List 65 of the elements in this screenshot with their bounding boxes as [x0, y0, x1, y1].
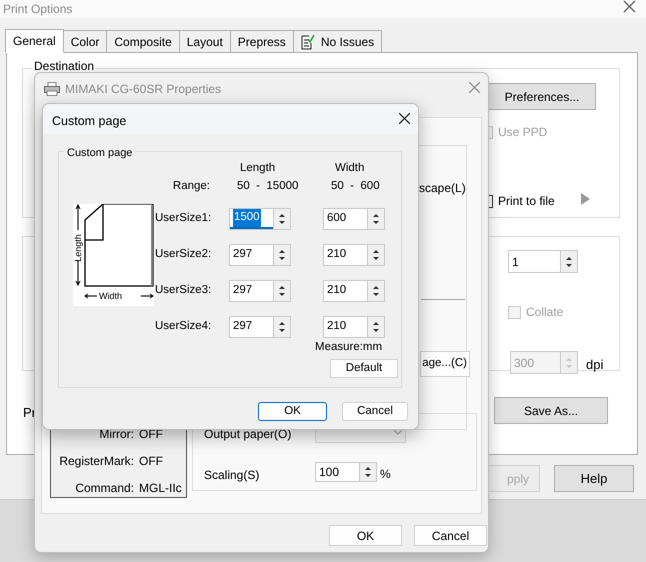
- number-spinner[interactable]: 1: [508, 250, 578, 273]
- unit-label: %: [380, 466, 391, 483]
- printer-icon: [44, 82, 60, 96]
- measure-label: Measure:mm: [315, 340, 382, 355]
- spin-arrows-icon: [372, 320, 380, 334]
- size-label: UserSize2:: [155, 247, 212, 262]
- ok-button[interactable]: OK: [258, 402, 327, 421]
- number-spinner[interactable]: 100: [315, 462, 377, 482]
- column-header: Width: [335, 161, 364, 176]
- info-label: RegisterMark:: [58, 453, 134, 470]
- chevron-down-icon: [394, 430, 402, 434]
- spin-arrows-icon: [364, 465, 372, 479]
- number-spinner[interactable]: 1500: [229, 208, 291, 230]
- cancel-button[interactable]: Cancel: [342, 402, 408, 421]
- play-icon[interactable]: [581, 193, 590, 205]
- size-label: UserSize3:: [155, 283, 212, 298]
- size-label: UserSize1:: [155, 211, 212, 226]
- custom-page-button[interactable]: age...(C): [420, 351, 470, 377]
- info-value: OFF: [139, 453, 163, 470]
- length-label: Length: [72, 237, 84, 259]
- spin-arrows-icon: [565, 254, 573, 268]
- number-spinner[interactable]: 600: [323, 208, 385, 230]
- spin-arrows-icon: [278, 320, 286, 334]
- size-label: UserSize4:: [155, 319, 212, 334]
- spin-arrows-icon: [372, 284, 380, 298]
- window-title: Print Options: [3, 1, 72, 18]
- width-label: Width: [99, 290, 122, 302]
- number-spinner[interactable]: 297: [229, 316, 291, 338]
- window-title: MIMAKI CG-60SR Properties: [65, 81, 222, 98]
- close-icon[interactable]: [399, 113, 410, 124]
- range-value: 50 - 600: [331, 179, 380, 194]
- dialog-title: Custom page: [52, 113, 126, 130]
- group-label: Custom page: [65, 145, 134, 162]
- unit-label: dpi: [586, 356, 604, 374]
- preferences-button[interactable]: Preferences...: [488, 83, 596, 110]
- info-label: Mirror:: [98, 426, 134, 443]
- spin-arrows-icon: [278, 248, 286, 262]
- tab[interactable]: No Issues: [292, 30, 382, 53]
- info-value: OFF: [139, 426, 163, 443]
- field-label: Scaling(S): [204, 467, 260, 484]
- spin-arrows-icon: [372, 248, 380, 262]
- tab[interactable]: General: [5, 29, 64, 53]
- info-value: MGL-IIc: [139, 480, 182, 497]
- ok-button[interactable]: OK: [329, 525, 402, 546]
- option-label: scape(L): [419, 180, 466, 197]
- spin-arrows-icon: [565, 356, 573, 370]
- cancel-button[interactable]: Cancel: [414, 525, 487, 546]
- spin-arrows-icon: [278, 284, 286, 298]
- number-spinner[interactable]: 297: [229, 280, 291, 302]
- spin-arrows-icon: [278, 212, 286, 226]
- info-label: Command:: [74, 480, 134, 497]
- column-header: Length: [240, 161, 276, 176]
- number-spinner[interactable]: 210: [323, 280, 385, 302]
- number-spinner[interactable]: 210: [323, 316, 385, 338]
- field-label: Pr: [23, 404, 36, 422]
- checklist-icon: [300, 34, 315, 50]
- number-spinner[interactable]: 297: [229, 244, 291, 266]
- range-label: Range:: [172, 179, 210, 194]
- save-as-button[interactable]: Save As...: [494, 397, 608, 424]
- number-spinner[interactable]: 210: [323, 244, 385, 266]
- range-value: 50 - 15000: [237, 179, 300, 194]
- field-label: Output paper(O): [204, 426, 292, 443]
- help-button[interactable]: Help: [554, 465, 634, 492]
- default-button[interactable]: Default: [330, 359, 398, 378]
- spin-arrows-icon: [372, 212, 380, 226]
